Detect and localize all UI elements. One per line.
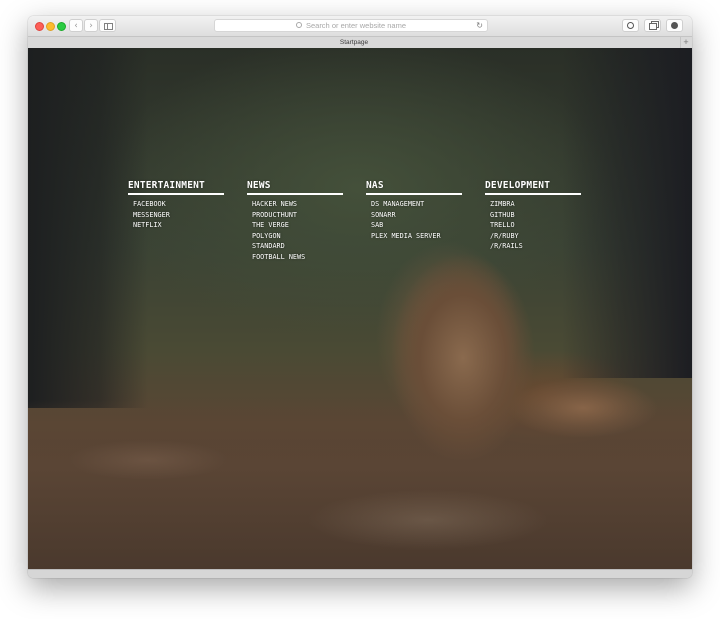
category-entertainment: ENTERTAINMENT FACEBOOK MESSENGER NETFLIX bbox=[128, 180, 224, 231]
back-button[interactable]: ‹ bbox=[69, 19, 83, 32]
chevron-right-icon: › bbox=[89, 21, 93, 31]
category-title: NAS bbox=[366, 180, 462, 195]
link-polygon[interactable]: POLYGON bbox=[252, 231, 343, 242]
close-icon[interactable] bbox=[35, 22, 44, 31]
link-the-verge[interactable]: THE VERGE bbox=[252, 220, 343, 231]
maximize-icon[interactable] bbox=[57, 22, 66, 31]
address-bar[interactable]: Search or enter website name ↻ bbox=[214, 19, 488, 32]
window-bottom-bar bbox=[28, 569, 692, 578]
link-standard[interactable]: STANDARD bbox=[252, 241, 343, 252]
forward-button[interactable]: › bbox=[84, 19, 98, 32]
link-r-rails[interactable]: /R/RAILS bbox=[490, 241, 581, 252]
address-bar-placeholder-text: Search or enter website name bbox=[305, 21, 407, 30]
link-trello[interactable]: TRELLO bbox=[490, 220, 581, 231]
link-football-news[interactable]: FOOTBALL NEWS bbox=[252, 252, 343, 263]
download-icon bbox=[671, 22, 678, 29]
link-zimbra[interactable]: ZIMBRA bbox=[490, 199, 581, 210]
info-button[interactable] bbox=[622, 19, 639, 32]
link-github[interactable]: GITHUB bbox=[490, 210, 581, 221]
link-plex-media-server[interactable]: PLEX MEDIA SERVER bbox=[371, 231, 462, 242]
link-sab[interactable]: SAB bbox=[371, 220, 462, 231]
link-facebook[interactable]: FACEBOOK bbox=[133, 199, 224, 210]
browser-toolbar: ‹ › Search or enter website name ↻ bbox=[28, 16, 692, 36]
downloads-button[interactable] bbox=[666, 19, 683, 32]
search-icon bbox=[295, 22, 302, 28]
category-nas: NAS DS MANAGEMENT SONARR SAB PLEX MEDIA … bbox=[366, 180, 462, 241]
sidebar-button[interactable] bbox=[99, 19, 116, 32]
category-title: NEWS bbox=[247, 180, 343, 195]
link-ds-management[interactable]: DS MANAGEMENT bbox=[371, 199, 462, 210]
category-title: ENTERTAINMENT bbox=[128, 180, 224, 195]
reload-icon[interactable]: ↻ bbox=[476, 20, 483, 31]
info-icon bbox=[627, 22, 634, 29]
link-producthunt[interactable]: PRODUCTHUNT bbox=[252, 210, 343, 221]
sidebar-icon bbox=[104, 23, 113, 30]
tab-startpage[interactable]: Startpage bbox=[28, 37, 680, 48]
category-title: DEVELOPMENT bbox=[485, 180, 581, 195]
tabs-icon bbox=[648, 23, 657, 30]
tabs-overview-button[interactable] bbox=[644, 19, 661, 32]
page-content: ENTERTAINMENT FACEBOOK MESSENGER NETFLIX… bbox=[28, 48, 692, 570]
category-news: NEWS HACKER NEWS PRODUCTHUNT THE VERGE P… bbox=[247, 180, 343, 262]
link-messenger[interactable]: MESSENGER bbox=[133, 210, 224, 221]
link-list: DS MANAGEMENT SONARR SAB PLEX MEDIA SERV… bbox=[366, 199, 462, 241]
category-development: DEVELOPMENT ZIMBRA GITHUB TRELLO /R/RUBY… bbox=[485, 180, 581, 252]
link-list: ZIMBRA GITHUB TRELLO /R/RUBY /R/RAILS bbox=[485, 199, 581, 252]
browser-window: ‹ › Search or enter website name ↻ Start… bbox=[28, 16, 692, 578]
link-list: HACKER NEWS PRODUCTHUNT THE VERGE POLYGO… bbox=[247, 199, 343, 262]
link-hacker-news[interactable]: HACKER NEWS bbox=[252, 199, 343, 210]
chevron-left-icon: ‹ bbox=[74, 21, 78, 31]
address-bar-placeholder: Search or enter website name bbox=[215, 20, 487, 31]
link-netflix[interactable]: NETFLIX bbox=[133, 220, 224, 231]
link-r-ruby[interactable]: /R/RUBY bbox=[490, 231, 581, 242]
background-fox bbox=[388, 253, 538, 463]
minimize-icon[interactable] bbox=[46, 22, 55, 31]
new-tab-button[interactable]: + bbox=[680, 37, 691, 48]
link-list: FACEBOOK MESSENGER NETFLIX bbox=[128, 199, 224, 231]
background-tree-right bbox=[562, 48, 692, 378]
link-sonarr[interactable]: SONARR bbox=[371, 210, 462, 221]
